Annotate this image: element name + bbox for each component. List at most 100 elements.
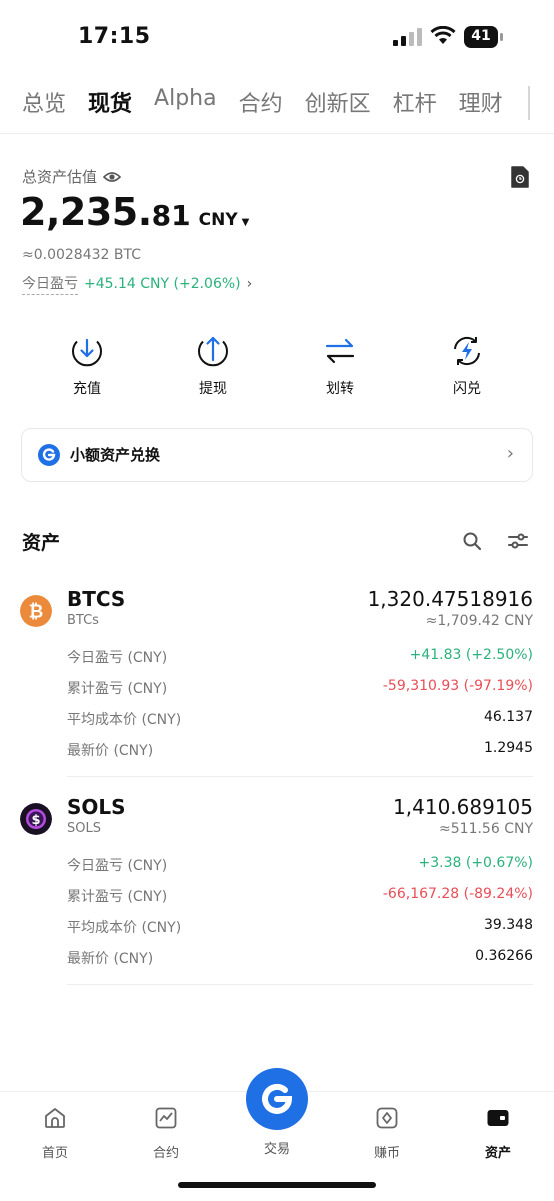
eye-icon[interactable] — [103, 170, 122, 184]
asset-detail-row: 累计盈亏 (CNY) -66,167.28 (-89.24%) — [67, 886, 533, 906]
tab-earn[interactable]: 理财 — [459, 86, 503, 126]
wallet-icon — [487, 1110, 509, 1126]
flash-swap-icon — [454, 336, 480, 366]
svg-text:$: $ — [31, 813, 40, 828]
chevron-right-icon: › — [246, 276, 253, 292]
transfer-icon — [325, 338, 355, 364]
btc-equivalent: ≈0.0028432 BTC — [22, 247, 141, 263]
row-label: 平均成本价 (CNY) — [67, 712, 182, 728]
tab-margin[interactable]: 杠杆 — [393, 86, 437, 126]
asset-detail-row: 累计盈亏 (CNY) -59,310.93 (-97.19%) — [67, 678, 533, 698]
asset-detail-row: 今日盈亏 (CNY) +41.83 (+2.50%) — [67, 647, 533, 667]
row-label: 平均成本价 (CNY) — [67, 920, 182, 936]
row-label: 累计盈亏 (CNY) — [67, 889, 168, 905]
wifi-icon — [430, 26, 456, 44]
asset-name: BTCs — [67, 613, 99, 628]
withdraw-icon — [198, 336, 228, 367]
asset-detail-row: 平均成本价 (CNY) 39.348 — [67, 917, 533, 937]
deposit-label: 充值 — [73, 381, 101, 397]
flash-swap-label: 闪兑 — [453, 381, 481, 397]
row-label: 今日盈亏 (CNY) — [67, 858, 168, 874]
asset-detail-row: 今日盈亏 (CNY) +3.38 (+0.67%) — [67, 855, 533, 875]
nav-assets[interactable]: 资产 — [458, 1106, 538, 1161]
nav-home-label: 首页 — [41, 1146, 68, 1161]
caret-down-icon[interactable]: ▼ — [242, 217, 250, 228]
tab-alpha[interactable]: Alpha — [154, 86, 217, 126]
nav-home[interactable]: 首页 — [15, 1106, 95, 1161]
flash-swap-button[interactable]: 闪兑 — [427, 334, 507, 398]
deposit-icon — [72, 338, 102, 367]
today-pnl-label: 今日盈亏 — [22, 273, 78, 295]
nav-futures[interactable]: 合约 — [126, 1106, 206, 1161]
asset-cny-value: ≈1,709.42 CNY — [425, 613, 533, 629]
asset-detail-row: 最新价 (CNY) 1.2945 — [67, 740, 533, 760]
row-value: +3.38 (+0.67%) — [418, 855, 533, 871]
search-icon[interactable] — [462, 531, 482, 551]
btcs-coin-icon: ₿ — [20, 595, 52, 627]
row-value: -66,167.28 (-89.24%) — [382, 886, 533, 902]
nav-assets-label: 资产 — [484, 1146, 511, 1161]
svg-text:₿: ₿ — [29, 602, 44, 623]
small-asset-exchange-card[interactable]: 小额资产兑换 › — [21, 428, 533, 482]
total-assets-label-row: 总资产估值 — [22, 166, 122, 187]
asset-symbol: BTCS — [67, 587, 126, 611]
currency-selector[interactable]: CNY — [199, 210, 238, 230]
asset-cny-value: ≈511.56 CNY — [439, 821, 533, 837]
history-record-icon[interactable] — [510, 166, 530, 188]
row-label: 今日盈亏 (CNY) — [67, 650, 168, 666]
row-value: 1.2945 — [484, 740, 533, 756]
cellular-signal-icon — [393, 28, 422, 46]
trade-logo-icon — [262, 1083, 293, 1114]
row-value: 39.348 — [484, 917, 533, 933]
total-value-decimal: 81 — [151, 199, 191, 232]
asset-divider — [67, 984, 533, 985]
row-value: 46.137 — [484, 709, 533, 725]
status-bar: 17:15 41 — [0, 0, 554, 70]
chevron-right-icon: › — [506, 443, 514, 464]
status-time: 17:15 — [78, 24, 151, 49]
today-pnl-value: +45.14 CNY (+2.06%) — [84, 276, 241, 292]
earn-icon — [376, 1107, 398, 1129]
tab-futures[interactable]: 合约 — [239, 86, 283, 126]
asset-detail-row: 平均成本价 (CNY) 46.137 — [67, 709, 533, 729]
nav-futures-label: 合约 — [152, 1146, 179, 1161]
futures-chart-icon — [155, 1107, 177, 1129]
transfer-button[interactable]: 划转 — [300, 334, 380, 398]
asset-name: SOLS — [67, 821, 101, 836]
total-value-integer: 2,235. — [20, 190, 152, 234]
row-label: 最新价 (CNY) — [67, 743, 154, 759]
home-icon — [45, 1108, 65, 1128]
quick-actions: 充值 提现 划转 闪兑 — [0, 334, 554, 404]
asset-divider — [67, 776, 533, 777]
home-indicator — [178, 1182, 376, 1188]
total-assets-value: 2,235. 81 CNY ▼ — [20, 190, 249, 234]
asset-amount: 1,410.689105 — [393, 795, 533, 819]
tab-overflow-indicator — [528, 86, 548, 120]
sols-coin-icon: $ — [20, 803, 52, 835]
filter-settings-icon[interactable] — [507, 531, 529, 551]
nav-trade-button[interactable] — [246, 1068, 308, 1130]
row-value: -59,310.93 (-97.19%) — [382, 678, 533, 694]
withdraw-label: 提现 — [199, 381, 227, 397]
nav-earn[interactable]: 赚币 — [347, 1106, 427, 1161]
top-tab-bar: 总览 现货 Alpha 合约 创新区 杠杆 理财 — [22, 86, 525, 126]
row-value: 0.36266 — [475, 948, 533, 964]
asset-symbol: SOLS — [67, 795, 126, 819]
withdraw-button[interactable]: 提现 — [173, 334, 253, 398]
nav-trade-label: 交易 — [263, 1142, 290, 1157]
nav-earn-label: 赚币 — [373, 1146, 400, 1161]
tab-divider — [0, 133, 554, 134]
row-label: 累计盈亏 (CNY) — [67, 681, 168, 697]
total-assets-label: 总资产估值 — [22, 168, 98, 186]
tab-innovation[interactable]: 创新区 — [305, 86, 371, 126]
tab-overview[interactable]: 总览 — [22, 86, 66, 126]
deposit-button[interactable]: 充值 — [47, 334, 127, 398]
asset-detail-row: 最新价 (CNY) 0.36266 — [67, 948, 533, 968]
assets-section-title: 资产 — [22, 532, 61, 554]
transfer-label: 划转 — [326, 381, 354, 397]
row-value: +41.83 (+2.50%) — [409, 647, 533, 663]
battery-level: 41 — [471, 28, 491, 44]
small-asset-exchange-label: 小额资产兑换 — [70, 446, 161, 464]
tab-spot[interactable]: 现货 — [88, 86, 132, 126]
today-pnl-row[interactable]: 今日盈亏 +45.14 CNY (+2.06%) › — [22, 273, 252, 295]
